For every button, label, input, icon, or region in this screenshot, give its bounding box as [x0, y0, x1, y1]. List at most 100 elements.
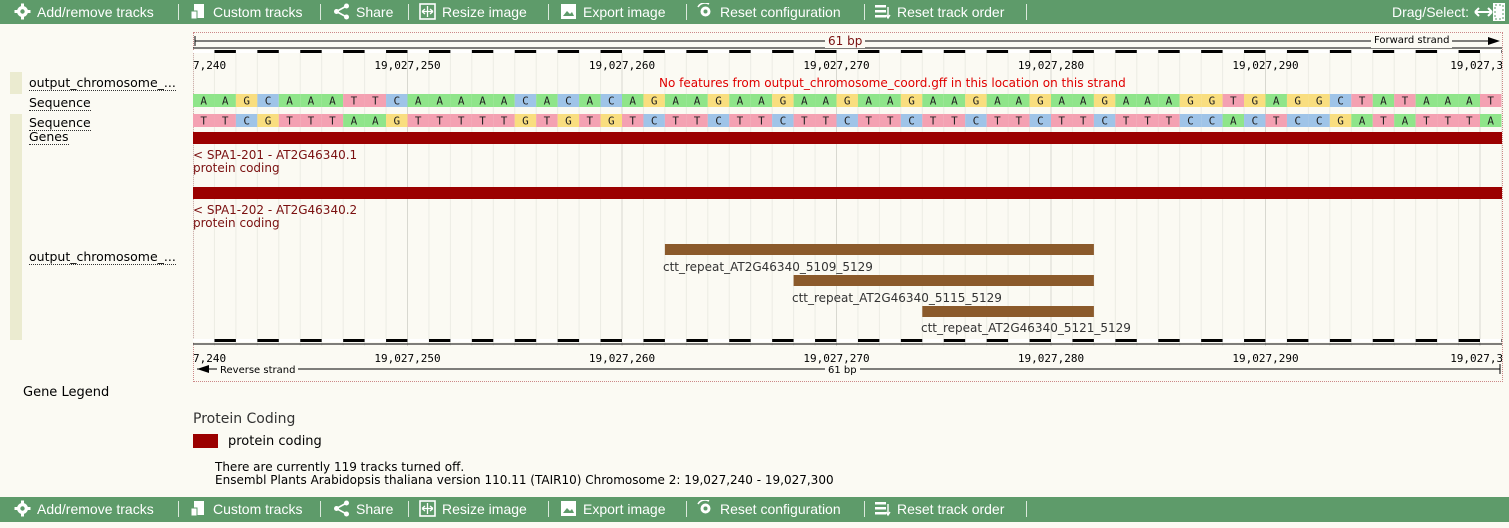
custom-tracks-button[interactable]: Custom tracks [190, 0, 302, 24]
toolbar-divider [178, 4, 179, 20]
forward-sequence-base-letter: A [222, 95, 229, 108]
top-ruler-segment [321, 50, 344, 53]
no-features-notice: No features from output_chromosome_coord… [659, 76, 1126, 90]
forward-sequence-base-letter: C [565, 95, 572, 108]
forward-sequence-base-letter: C [265, 95, 272, 108]
forward-sequence-base-letter: T [372, 95, 379, 108]
forward-sequence-base-letter: A [1144, 95, 1151, 108]
resize-image-label: Resize image [442, 4, 527, 20]
gene-2-name[interactable]: < SPA1-202 - AT2G46340.2 [193, 203, 357, 217]
top-ruler-segment [664, 50, 687, 53]
forward-sequence-base-letter: T [1402, 95, 1409, 108]
reverse-sequence-base-letter: T [822, 115, 829, 128]
tick-label: 19,027,270 [803, 59, 869, 72]
forward-sequence-base-letter: T [1230, 95, 1237, 108]
add-remove-tracks-label: Add/remove tracks [37, 501, 154, 517]
bottom-ruler-segment [836, 339, 858, 342]
bottom-ruler-segment [450, 339, 472, 342]
forward-sequence-base-letter: A [1166, 95, 1173, 108]
top-ruler-segment [536, 50, 558, 53]
reverse-arrow [197, 365, 209, 373]
reverse-sequence-base-letter: T [436, 115, 443, 128]
reset-track-order-button[interactable]: Reset track order [874, 497, 1004, 521]
tick-label: 19,027,290 [1232, 59, 1298, 72]
reverse-sequence-base-letter: T [587, 115, 594, 128]
forward-sequence-base-letter: A [694, 95, 701, 108]
reverse-sequence-base-letter: T [951, 115, 958, 128]
bottom-ruler-segment [965, 339, 987, 342]
feature-label-1[interactable]: ctt_repeat_AT2G46340_5109_5129 [663, 260, 873, 274]
reverse-sequence-base-letter: C [973, 115, 980, 128]
add-remove-tracks-button[interactable]: Add/remove tracks [14, 0, 154, 24]
top-ruler-segment [1051, 50, 1073, 53]
bottom-ruler-segment [321, 339, 344, 342]
reverse-sequence-base-letter: T [458, 115, 465, 128]
top-ruler-segment [879, 50, 901, 53]
reset-track-order-button[interactable]: Reset track order [874, 0, 1004, 24]
image-export-icon [560, 3, 577, 20]
bottom-ruler-segment [1222, 339, 1245, 342]
reverse-sequence-base-letter: A [372, 115, 379, 128]
top-ruler-segment [235, 50, 258, 53]
drag-select-toggle[interactable] [1474, 4, 1493, 20]
resize-icon [419, 500, 436, 517]
gene-legend-title: Gene Legend [23, 385, 110, 400]
reverse-sequence-base-letter: T [930, 115, 937, 128]
export-image-button[interactable]: Export image [560, 497, 665, 521]
reverse-sequence-base-letter: C [1187, 115, 1194, 128]
reverse-sequence-base-letter: C [1209, 115, 1216, 128]
reverse-sequence-base-letter: C [243, 115, 250, 128]
share-button[interactable]: Share [333, 0, 393, 24]
track-name-output-top[interactable]: output_chromosome_... [29, 76, 176, 91]
reverse-sequence-base-letter: C [715, 115, 722, 128]
top-ruler-segment [622, 50, 644, 53]
resize-image-button[interactable]: Resize image [419, 0, 527, 24]
reset-configuration-button[interactable]: Reset configuration [697, 497, 841, 521]
select-mode-icon[interactable] [1493, 3, 1505, 21]
top-ruler-segment [364, 50, 387, 53]
top-ruler-segment [579, 50, 601, 53]
track-handle[interactable] [10, 72, 22, 94]
forward-sequence-base-letter: A [415, 95, 422, 108]
forward-sequence-base-letter: T [1359, 95, 1366, 108]
forward-sequence-base-letter: C [393, 95, 400, 108]
feature-label-2[interactable]: ctt_repeat_AT2G46340_5115_5129 [792, 291, 1002, 305]
bottom-ruler-segment [1308, 339, 1330, 342]
top-ruler-segment [965, 50, 987, 53]
reverse-sequence-base-letter: G [265, 115, 272, 128]
reverse-sequence-base-letter: T [994, 115, 1001, 128]
reset-gear-icon [697, 499, 714, 517]
reverse-sequence-base-letter: T [672, 115, 679, 128]
share-button[interactable]: Share [333, 497, 393, 521]
top-ruler-segment [1179, 50, 1202, 53]
add-remove-tracks-button[interactable]: Add/remove tracks [14, 497, 154, 521]
forward-sequence-base-letter: A [737, 95, 744, 108]
legend-item-label: protein coding [228, 434, 322, 449]
reset-configuration-button[interactable]: Reset configuration [697, 0, 841, 24]
bottom-ruler-segment [1093, 339, 1116, 342]
export-image-button[interactable]: Export image [560, 0, 665, 24]
bottom-ruler-segment [1265, 339, 1287, 342]
gene-2-bar [193, 187, 1502, 199]
forward-sequence-base-letter: A [1058, 95, 1065, 108]
track-handle[interactable] [10, 114, 22, 340]
reset-configuration-label: Reset configuration [720, 4, 841, 20]
reverse-sequence-base-letter: G [393, 115, 400, 128]
resize-icon [419, 3, 436, 20]
tick-label: 19,027,250 [374, 352, 440, 365]
resize-image-button[interactable]: Resize image [419, 497, 527, 521]
forward-sequence-base-letter: A [1445, 95, 1452, 108]
reverse-sequence-base-letter: C [651, 115, 658, 128]
reverse-sequence-base-letter: T [329, 115, 336, 128]
bottom-ruler-segment [1480, 339, 1502, 342]
forward-sequence-base-letter: A [1123, 95, 1130, 108]
track-name-sequence-forward[interactable]: Sequence [29, 96, 91, 111]
reverse-sequence-base-letter: C [1316, 115, 1323, 128]
track-name-output-bottom[interactable]: output_chromosome_... [29, 250, 176, 265]
custom-tracks-button[interactable]: Custom tracks [190, 497, 302, 521]
forward-arrow [1488, 37, 1500, 45]
gene-1-name[interactable]: < SPA1-201 - AT2G46340.1 [193, 148, 357, 162]
track-name-genes[interactable]: Genes [29, 130, 69, 145]
feature-label-3[interactable]: ctt_repeat_AT2G46340_5121_5129 [921, 321, 1131, 335]
forward-strand-label: Forward strand [1371, 34, 1453, 48]
